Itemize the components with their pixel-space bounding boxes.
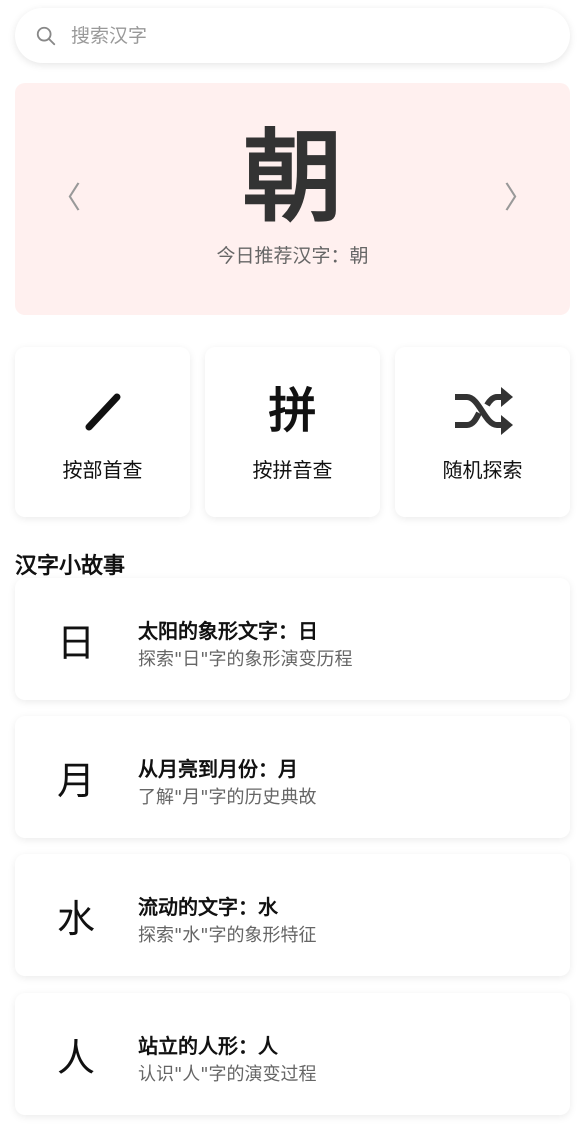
story-card[interactable]: 人 站立的人形：人 认识"人"字的演变过程 <box>15 993 570 1115</box>
search-by-pinyin-button[interactable]: 拼 按拼音查 <box>205 347 380 517</box>
featured-caption: 今日推荐汉字：朝 <box>216 245 369 267</box>
featured-character-banner: 〈 朝 今日推荐汉字：朝 〉 <box>15 83 570 315</box>
featured-character: 朝 <box>242 119 343 236</box>
story-description: 探索"日"字的象形演变历程 <box>138 649 353 670</box>
next-arrow-icon[interactable]: 〉 <box>504 179 534 219</box>
story-character: 人 <box>56 1035 95 1080</box>
search-by-pinyin-label: 按拼音查 <box>252 458 333 482</box>
section-title: 汉字小故事 <box>15 554 126 579</box>
story-card[interactable]: 月 从月亮到月份：月 了解"月"字的历史典故 <box>15 716 570 838</box>
random-explore-label: 随机探索 <box>442 458 523 482</box>
story-description: 认识"人"字的演变过程 <box>138 1064 317 1085</box>
search-by-radical-button[interactable]: 按部首查 <box>15 347 190 517</box>
story-title: 站立的人形：人 <box>138 1034 278 1058</box>
story-card[interactable]: 日 太阳的象形文字：日 探索"日"字的象形演变历程 <box>15 578 570 700</box>
search-icon <box>36 26 56 45</box>
search-by-radical-label: 按部首查 <box>62 458 143 482</box>
story-card[interactable]: 水 流动的文字：水 探索"水"字的象形特征 <box>15 854 570 976</box>
story-character: 月 <box>56 758 95 803</box>
story-title: 从月亮到月份：月 <box>138 757 298 781</box>
story-character: 水 <box>56 896 95 941</box>
radical-stroke-icon <box>85 393 120 431</box>
story-title: 太阳的象形文字：日 <box>138 619 318 643</box>
story-title: 流动的文字：水 <box>138 895 278 919</box>
story-description: 探索"水"字的象形特征 <box>138 925 317 946</box>
story-character: 日 <box>56 620 95 665</box>
search-input[interactable] <box>69 23 529 48</box>
pinyin-icon: 拼 <box>268 383 317 439</box>
random-explore-button[interactable]: 随机探索 <box>395 347 570 517</box>
story-description: 了解"月"字的历史典故 <box>138 787 317 808</box>
shuffle-icon <box>454 387 513 435</box>
search-bar[interactable] <box>15 8 570 63</box>
